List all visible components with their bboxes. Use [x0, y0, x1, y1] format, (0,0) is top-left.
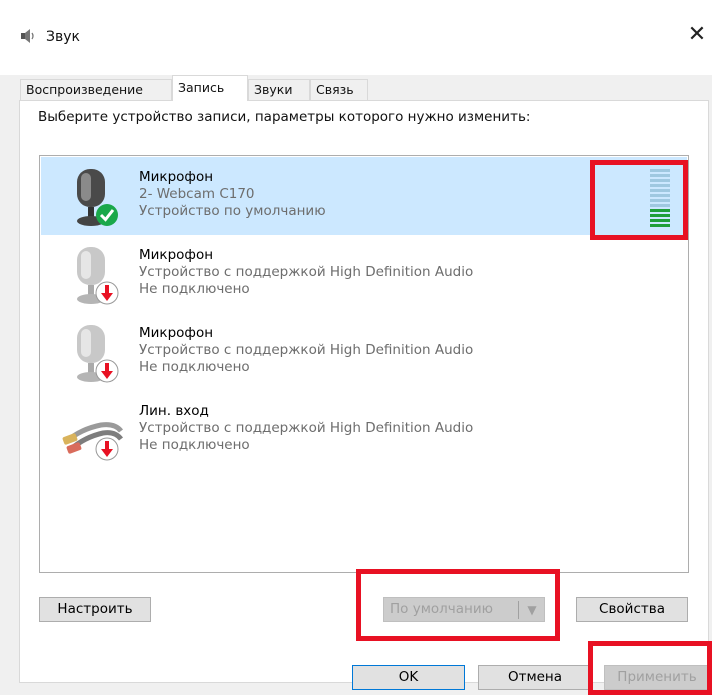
close-button[interactable]: ✕	[684, 22, 710, 48]
device-name: Микрофон	[139, 247, 214, 263]
device-item-hd-mic-2[interactable]: Микрофон Устройство с поддержкой High De…	[41, 313, 687, 391]
set-default-combo-button[interactable]: По умолчанию ▼	[383, 597, 545, 622]
level-meter	[650, 169, 670, 229]
chevron-down-icon[interactable]: ▼	[524, 601, 540, 619]
tab-playback[interactable]: Воспроизведение	[20, 79, 172, 100]
line-in-cable-icon	[62, 422, 123, 461]
device-status: Не подключено	[139, 437, 250, 453]
default-check-icon	[96, 204, 118, 226]
set-default-label: По умолчанию	[390, 601, 493, 617]
device-status: Устройство по умолчанию	[139, 203, 326, 219]
microphone-icon	[77, 247, 119, 305]
tab-recording[interactable]: Запись	[172, 75, 248, 101]
disconnected-arrow-icon	[95, 359, 119, 383]
device-list[interactable]: Микрофон 2- Webcam C170 Устройство по ум…	[39, 155, 689, 573]
meter-segment	[650, 219, 670, 222]
microphone-icon	[77, 325, 119, 383]
meter-segment	[650, 174, 670, 177]
meter-segment	[650, 209, 670, 212]
device-description: Устройство с поддержкой High Definition …	[139, 342, 474, 358]
device-item-hd-mic-1[interactable]: Микрофон Устройство с поддержкой High De…	[41, 235, 687, 313]
device-text: Лин. вход Устройство с поддержкой High D…	[139, 403, 473, 454]
speaker-icon	[21, 29, 34, 43]
device-status: Не подключено	[139, 281, 250, 297]
device-item-webcam-mic[interactable]: Микрофон 2- Webcam C170 Устройство по ум…	[41, 157, 687, 235]
dialog-body: Воспроизведение Запись Звуки Связь Выбер…	[0, 75, 712, 695]
meter-segment	[650, 199, 670, 202]
device-description: Устройство с поддержкой High Definition …	[139, 264, 474, 280]
device-status: Не подключено	[139, 359, 250, 375]
meter-segment	[650, 214, 670, 217]
meter-segment	[650, 184, 670, 187]
combo-separator	[518, 601, 519, 619]
device-description: Устройство с поддержкой High Definition …	[139, 420, 474, 436]
meter-segment	[650, 189, 670, 192]
device-name: Микрофон	[139, 169, 214, 185]
device-text: Микрофон Устройство с поддержкой High De…	[139, 325, 473, 376]
meter-segment	[650, 179, 670, 182]
microphone-icon	[77, 169, 118, 226]
apply-button[interactable]: Применить	[604, 665, 710, 690]
title-bar: Звук ✕	[0, 0, 712, 75]
meter-segment	[650, 204, 670, 207]
window-title: Звук	[46, 29, 80, 45]
device-item-line-in[interactable]: Лин. вход Устройство с поддержкой High D…	[41, 391, 687, 469]
tab-sounds[interactable]: Звуки	[248, 79, 310, 100]
tab-communications[interactable]: Связь	[310, 79, 368, 100]
sound-dialog: Звук ✕ Воспроизведение Запись Звуки Связ…	[0, 0, 712, 695]
meter-segment	[650, 169, 670, 172]
device-text: Микрофон 2- Webcam C170 Устройство по ум…	[139, 169, 326, 220]
device-description: 2- Webcam C170	[139, 186, 255, 202]
ok-button[interactable]: OK	[352, 665, 465, 690]
meter-segment	[650, 224, 670, 227]
meter-segment	[650, 194, 670, 197]
device-text: Микрофон Устройство с поддержкой High De…	[139, 247, 473, 298]
instruction-text: Выберите устройство записи, параметры ко…	[38, 109, 531, 125]
properties-button[interactable]: Свойства	[576, 597, 688, 622]
recording-panel: Выберите устройство записи, параметры ко…	[19, 100, 709, 683]
disconnected-arrow-icon	[95, 437, 119, 461]
disconnected-arrow-icon	[95, 281, 119, 305]
cancel-button[interactable]: Отмена	[478, 665, 592, 690]
configure-button[interactable]: Настроить	[39, 597, 151, 622]
device-name: Лин. вход	[139, 403, 209, 419]
device-name: Микрофон	[139, 325, 214, 341]
